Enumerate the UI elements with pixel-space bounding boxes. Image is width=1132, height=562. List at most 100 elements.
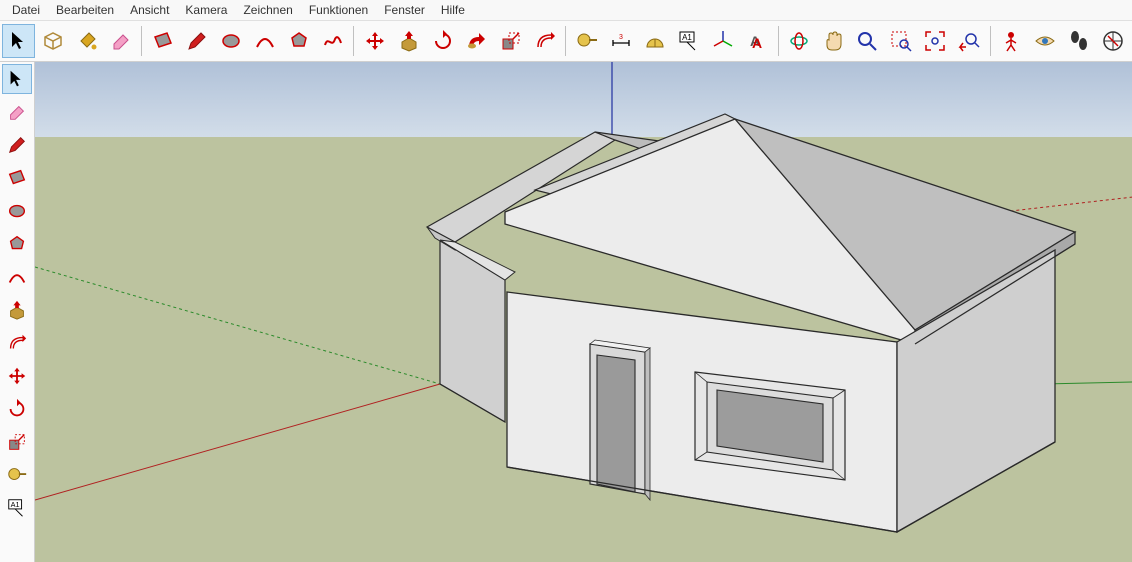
- pencil-icon: [185, 29, 209, 53]
- scale-tool[interactable]: [494, 24, 527, 58]
- walk-icon: [1067, 29, 1091, 53]
- scale-icon: [499, 29, 523, 53]
- svg-text:A1: A1: [11, 500, 20, 509]
- push-pull-icon: [6, 299, 28, 321]
- rotate-tool[interactable]: [426, 24, 459, 58]
- svg-text:A: A: [752, 35, 762, 51]
- push-pull-tool[interactable]: [392, 24, 425, 58]
- polygon-icon: [6, 233, 28, 255]
- position-camera-tool[interactable]: [995, 24, 1028, 58]
- side-toolbar: A1: [0, 62, 35, 562]
- zoom-window-tool[interactable]: [885, 24, 918, 58]
- toolbar-separator: [778, 26, 779, 56]
- side-circle-tool[interactable]: [2, 196, 32, 226]
- zoom-icon: [855, 29, 879, 53]
- section-plane-tool[interactable]: [1097, 24, 1130, 58]
- arc-icon: [6, 266, 28, 288]
- rectangle-tool[interactable]: [146, 24, 179, 58]
- orbit-tool[interactable]: [783, 24, 816, 58]
- select-tool[interactable]: [2, 24, 35, 58]
- menu-bar: Datei Bearbeiten Ansicht Kamera Zeichnen…: [0, 0, 1132, 21]
- side-polygon-tool[interactable]: [2, 229, 32, 259]
- 3d-text-icon: AA: [745, 29, 769, 53]
- circle-tool[interactable]: [214, 24, 247, 58]
- menu-kamera[interactable]: Kamera: [177, 1, 235, 19]
- move-tool[interactable]: [358, 24, 391, 58]
- pencil-icon: [6, 134, 28, 156]
- side-scale-tool[interactable]: [2, 427, 32, 457]
- follow-me-tool[interactable]: [460, 24, 493, 58]
- svg-text:A1: A1: [682, 33, 692, 42]
- eraser-icon: [6, 101, 28, 123]
- menu-funktionen[interactable]: Funktionen: [301, 1, 376, 19]
- side-select-tool[interactable]: [2, 64, 32, 94]
- scene-render: [35, 62, 1132, 562]
- side-eraser-tool[interactable]: [2, 97, 32, 127]
- svg-text:3: 3: [619, 34, 623, 41]
- protractor-icon: [643, 29, 667, 53]
- orbit-icon: [787, 29, 811, 53]
- side-rotate-tool[interactable]: [2, 394, 32, 424]
- pan-tool[interactable]: [817, 24, 850, 58]
- menu-hilfe[interactable]: Hilfe: [433, 1, 473, 19]
- hand-icon: [821, 29, 845, 53]
- pencil-tool[interactable]: [180, 24, 213, 58]
- previous-icon: [957, 29, 981, 53]
- menu-fenster[interactable]: Fenster: [376, 1, 433, 19]
- zoom-extents-tool[interactable]: [919, 24, 952, 58]
- tape-measure-tool[interactable]: [570, 24, 603, 58]
- rotate-icon: [431, 29, 455, 53]
- menu-datei[interactable]: Datei: [4, 1, 48, 19]
- push-pull-icon: [397, 29, 421, 53]
- cursor-icon: [7, 29, 31, 53]
- text-label-tool[interactable]: A1: [673, 24, 706, 58]
- dimension-icon: 3: [609, 29, 633, 53]
- circle-icon: [6, 200, 28, 222]
- side-offset-tool[interactable]: [2, 328, 32, 358]
- move-icon: [363, 29, 387, 53]
- viewport-3d[interactable]: [35, 62, 1132, 562]
- dimension-tool[interactable]: 3: [604, 24, 637, 58]
- text-label-icon: A1: [677, 29, 701, 53]
- paint-bucket-icon: [75, 29, 99, 53]
- side-rectangle-tool[interactable]: [2, 163, 32, 193]
- rotate-icon: [6, 398, 28, 420]
- side-text-label-tool[interactable]: A1: [2, 493, 32, 523]
- protractor-tool[interactable]: [638, 24, 671, 58]
- cursor-icon: [6, 68, 28, 90]
- side-move-tool[interactable]: [2, 361, 32, 391]
- arc-tool[interactable]: [248, 24, 281, 58]
- walk-tool[interactable]: [1063, 24, 1096, 58]
- workspace: A1: [0, 62, 1132, 562]
- paint-bucket-tool[interactable]: [70, 24, 103, 58]
- side-arc-tool[interactable]: [2, 262, 32, 292]
- axes-tool[interactable]: [707, 24, 740, 58]
- make-component-tool[interactable]: [36, 24, 69, 58]
- top-toolbar: 3 A1 AA: [0, 21, 1132, 62]
- menu-zeichnen[interactable]: Zeichnen: [235, 1, 300, 19]
- look-around-tool[interactable]: [1029, 24, 1062, 58]
- offset-tool[interactable]: [528, 24, 561, 58]
- person-icon: [999, 29, 1023, 53]
- axes-icon: [711, 29, 735, 53]
- follow-me-icon: [465, 29, 489, 53]
- eraser-tool[interactable]: [104, 24, 137, 58]
- toolbar-separator: [141, 26, 142, 56]
- side-push-pull-tool[interactable]: [2, 295, 32, 325]
- side-tape-measure-tool[interactable]: [2, 460, 32, 490]
- freehand-tool[interactable]: [316, 24, 349, 58]
- zoom-tool[interactable]: [851, 24, 884, 58]
- arc-icon: [253, 29, 277, 53]
- polygon-tool[interactable]: [282, 24, 315, 58]
- scale-icon: [6, 431, 28, 453]
- move-icon: [6, 365, 28, 387]
- 3d-text-tool[interactable]: AA: [741, 24, 774, 58]
- zoom-window-icon: [889, 29, 913, 53]
- previous-view-tool[interactable]: [953, 24, 986, 58]
- polygon-icon: [287, 29, 311, 53]
- menu-bearbeiten[interactable]: Bearbeiten: [48, 1, 122, 19]
- rectangle-icon: [6, 167, 28, 189]
- menu-ansicht[interactable]: Ansicht: [122, 1, 177, 19]
- zoom-extents-icon: [923, 29, 947, 53]
- side-pencil-tool[interactable]: [2, 130, 32, 160]
